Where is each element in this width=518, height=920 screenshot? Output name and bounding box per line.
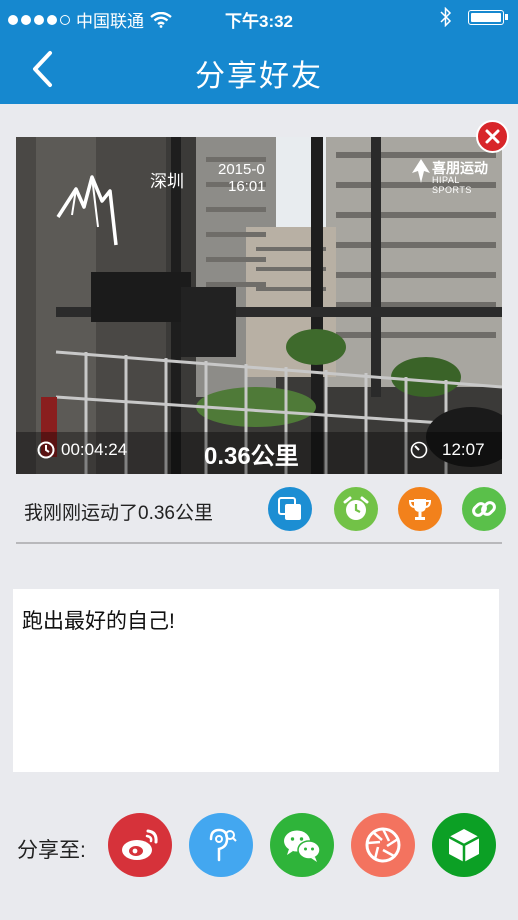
- weibo-icon: [122, 829, 158, 860]
- battery-icon: [468, 9, 504, 25]
- share-message-input[interactable]: 跑出最好的自己!: [13, 589, 499, 772]
- brand-subtitle: HIPAL SPORTS: [432, 175, 472, 195]
- status-right: [440, 7, 508, 27]
- share-other-button[interactable]: [432, 813, 496, 877]
- workout-photo: 深圳 2015-0 16:01 喜朋运动 HIPAL SPORTS 00:04:…: [16, 137, 502, 474]
- share-wechat-button[interactable]: [270, 813, 334, 877]
- pace-icon: [410, 441, 428, 459]
- trophy-icon: [408, 499, 432, 520]
- wechat-icon: [284, 830, 321, 862]
- template-alarm-button[interactable]: [334, 487, 378, 531]
- workout-pace: 12:07: [442, 440, 485, 459]
- app-logo-icon: [56, 175, 118, 246]
- status-bar: 中国联通 下午3:32: [0, 0, 518, 34]
- close-icon: [485, 129, 500, 144]
- camera-aperture-icon: [365, 827, 401, 863]
- workout-distance: 0.36公里: [204, 443, 299, 470]
- divider: [16, 542, 502, 544]
- cube-icon: [448, 829, 480, 862]
- template-link-button[interactable]: [462, 487, 506, 531]
- workout-summary: 我刚刚运动了0.36公里: [24, 503, 213, 524]
- workout-duration: 00:04:24: [61, 440, 128, 459]
- qzone-icon: [209, 828, 237, 862]
- link-icon: [472, 501, 496, 517]
- alarm-clock-icon: [343, 496, 369, 520]
- photo-date: 2015-0: [218, 161, 265, 178]
- brand-logo-icon: [412, 159, 430, 183]
- share-label: 分享至:: [17, 839, 86, 862]
- photo-city: 深圳: [150, 172, 184, 191]
- copy-icon: [278, 497, 301, 520]
- share-message-text: 跑出最好的自己!: [22, 610, 175, 633]
- share-weibo-button[interactable]: [108, 813, 172, 877]
- template-copy-button[interactable]: [268, 487, 312, 531]
- page-title: 分享好友: [195, 60, 323, 93]
- share-qzone-button[interactable]: [189, 813, 253, 877]
- close-photo-button[interactable]: [476, 120, 509, 153]
- bluetooth-icon: [440, 7, 452, 27]
- navigation-bar: 分享好友: [0, 34, 518, 104]
- template-trophy-button[interactable]: [398, 487, 442, 531]
- photo-clock: 16:01: [228, 178, 266, 195]
- share-moments-button[interactable]: [351, 813, 415, 877]
- clock-icon: [37, 441, 55, 459]
